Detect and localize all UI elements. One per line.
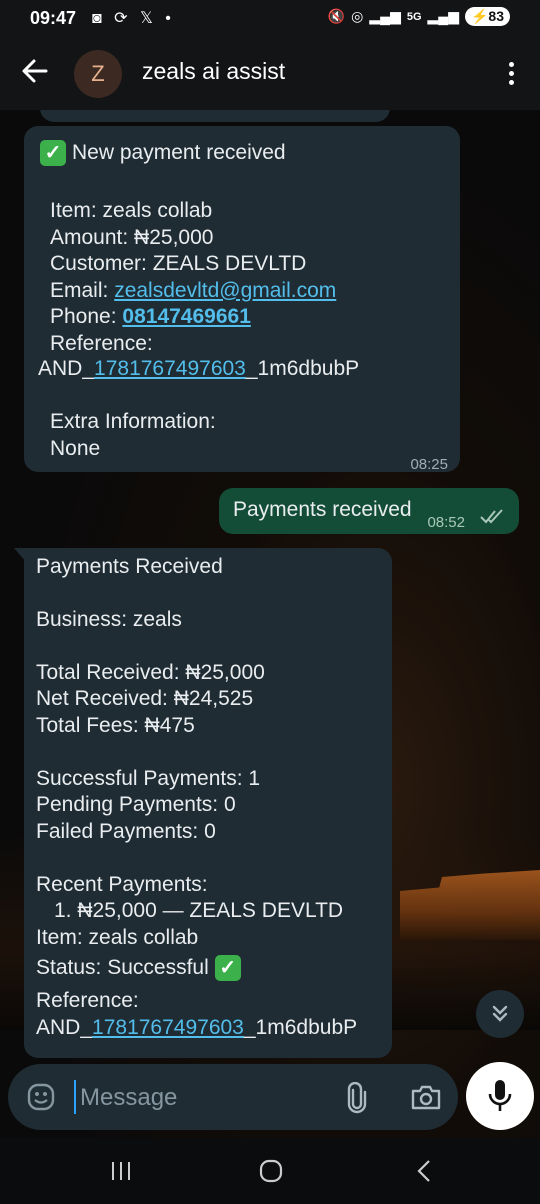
read-ticks-icon — [480, 509, 503, 524]
signal-icon: ▂▄▆ — [369, 8, 401, 24]
incoming-message[interactable]: Payments Received Business: zeals Total … — [14, 548, 392, 1058]
extra-info: Extra Information: None — [50, 409, 216, 462]
back-arrow-icon[interactable] — [20, 56, 50, 86]
extra-label: Extra Information: — [50, 410, 216, 433]
system-navigation-bar — [0, 1138, 540, 1204]
message-input[interactable]: Message — [80, 1084, 177, 1112]
status-bar: 09:47 ◙ ⟳ 𝕏 • 🔇 ◎ ▂▄▆ 5G ▂▄▆ ⚡83 — [0, 0, 540, 36]
total-received-line: Total Received: ₦25,000 — [36, 661, 265, 684]
reference-value: AND_1781767497603_1m6dbubP — [36, 1015, 357, 1042]
camera-icon[interactable] — [410, 1082, 442, 1112]
message-composer[interactable]: Message — [8, 1064, 458, 1130]
status-text: Status: Successful — [36, 956, 209, 979]
double-chevron-down-icon — [492, 1005, 508, 1022]
recent-payments-label: Recent Payments: — [36, 873, 208, 896]
ref-suffix: _1m6dbubP — [243, 1016, 358, 1039]
item-line: Item: zeals collab — [50, 199, 213, 222]
ref-number-link[interactable]: 1781767497603 — [92, 1016, 244, 1039]
check-mark-icon: ✓ — [40, 140, 66, 167]
back-icon[interactable] — [414, 1158, 434, 1184]
message-time: 08:25 — [410, 456, 448, 473]
pending-line: Pending Payments: 0 — [36, 793, 236, 816]
check-mark-icon: ✓ — [214, 955, 241, 982]
net-received-line: Net Received: ₦24,525 — [36, 687, 254, 710]
microphone-icon — [488, 1080, 512, 1111]
chat-title[interactable]: zeals ai assist — [142, 58, 285, 85]
ref-suffix: _1m6dbubP — [245, 357, 360, 380]
ref-number-link[interactable]: 1781767497603 — [94, 357, 246, 380]
home-icon[interactable] — [258, 1158, 284, 1184]
battery-level: 83 — [488, 8, 504, 24]
phone-label: Phone: — [50, 305, 123, 328]
message-time: 08:52 — [427, 514, 465, 531]
failed-line: Failed Payments: 0 — [36, 820, 216, 843]
avatar-letter: Z — [91, 61, 105, 86]
reference-value: AND_1781767497603_1m6dbubP — [38, 356, 359, 383]
successful-line: Successful Payments: 1 — [36, 767, 261, 790]
email-label: Email: — [50, 278, 115, 302]
business-line: Business: zeals — [36, 608, 182, 631]
attachment-icon[interactable] — [344, 1082, 370, 1114]
mute-icon: 🔇 — [327, 8, 346, 24]
heading-text: New payment received — [72, 141, 286, 164]
recent-payment-item: 1. ₦25,000 — ZEALS DEVLTD — [54, 899, 344, 922]
amount-line: Amount: ₦25,000 — [50, 225, 214, 249]
reference-label: Reference: — [50, 331, 153, 355]
phone-line: Phone: 08147469661 — [50, 304, 450, 331]
voice-message-button[interactable] — [466, 1062, 534, 1130]
battery-indicator: ⚡83 — [464, 7, 510, 26]
signal-icon-2: ▂▄▆ — [427, 8, 459, 24]
message-text: Payments received — [233, 498, 412, 521]
avatar[interactable]: Z — [74, 50, 122, 98]
message-heading: ✓ New payment received — [40, 140, 286, 167]
notification-icons: ◙ ⟳ 𝕏 • — [92, 10, 175, 27]
status-line: Status: Successful ✓ — [36, 955, 241, 982]
item-line: Item: zeals collab — [36, 926, 199, 949]
incoming-message[interactable]: ✓ New payment received Item: zeals colla… — [24, 126, 460, 473]
message-body: Item: zeals collab Amount: ₦25,000 Custo… — [50, 198, 450, 357]
customer-line: Customer: ZEALS DEVLTD — [50, 252, 307, 275]
scroll-to-bottom-button[interactable] — [476, 990, 524, 1038]
ref-prefix: AND_ — [36, 1016, 93, 1039]
clock: 09:47 — [30, 8, 77, 28]
sticker-emoji-icon[interactable] — [26, 1082, 56, 1112]
outgoing-message[interactable]: Payments received 08:52 — [219, 488, 519, 534]
email-link[interactable]: zealsdevltd@gmail.com — [114, 279, 336, 302]
text-caret — [74, 1080, 76, 1114]
chat-header: Z zeals ai assist — [0, 36, 540, 110]
email-line: Email: zealsdevltd@gmail.com — [50, 278, 450, 305]
reference-label: Reference: — [36, 989, 139, 1012]
network-type: 5G — [406, 10, 422, 23]
system-icons: 🔇 ◎ ▂▄▆ 5G ▂▄▆ ⚡83 — [328, 7, 510, 26]
summary-title: Payments Received — [36, 555, 223, 578]
phone-link[interactable]: 08147469661 — [122, 305, 250, 328]
hotspot-icon: ◎ — [351, 8, 364, 24]
total-fees-line: Total Fees: ₦475 — [36, 714, 195, 737]
recent-apps-icon[interactable] — [108, 1160, 134, 1182]
ref-prefix: AND_ — [38, 357, 95, 380]
more-options-icon[interactable] — [506, 58, 516, 88]
extra-value: None — [50, 436, 101, 460]
